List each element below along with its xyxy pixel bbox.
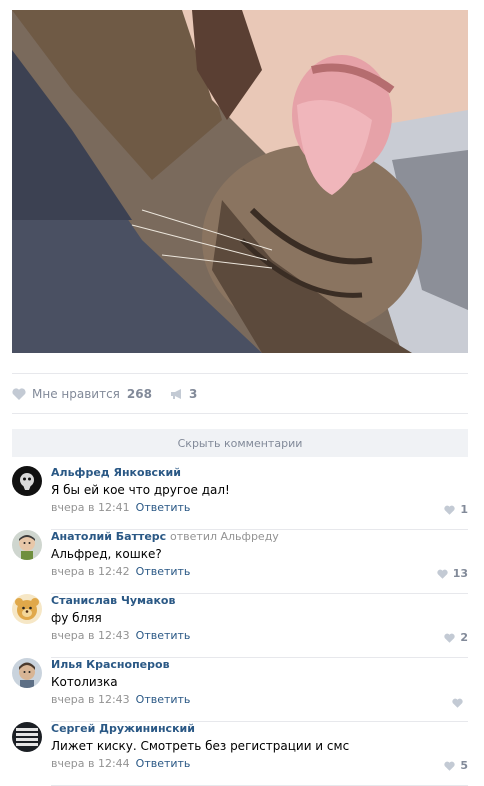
heart-icon <box>12 388 26 400</box>
comment-like-count: 5 <box>460 759 468 772</box>
comment: Станислав Чумаков фу бляя вчера в 12:43 О… <box>12 594 468 658</box>
comment-text: фу бляя <box>51 611 102 625</box>
avatar[interactable] <box>12 658 42 688</box>
comment-like-button[interactable]: 2 <box>444 631 468 644</box>
post-photo[interactable] <box>12 10 468 353</box>
share-count: 3 <box>188 387 198 401</box>
megaphone-icon <box>170 389 181 399</box>
comment-author[interactable]: Сергей Дружининский <box>51 722 468 736</box>
comment-like-button[interactable]: 5 <box>444 759 468 772</box>
comment-author[interactable]: Анатолий Баттерс ответил Альфреду <box>51 530 468 544</box>
comment-text: Котолизка <box>51 675 118 689</box>
reply-button[interactable]: Ответить <box>136 629 191 642</box>
share-button[interactable]: 3 <box>170 387 197 401</box>
post-actions: Мне нравится 268 3 <box>12 384 468 404</box>
comment-like-count: 1 <box>460 503 468 516</box>
comment-meta: вчера в 12:43 Ответить <box>51 629 468 643</box>
heart-icon <box>444 761 456 771</box>
comment-author[interactable]: Илья Красноперов <box>51 658 468 672</box>
comment-time[interactable]: вчера в 12:42 <box>51 565 130 578</box>
heart-icon <box>444 633 456 643</box>
comment-time[interactable]: вчера в 12:43 <box>51 629 130 642</box>
comment-meta: вчера в 12:43 Ответить <box>51 693 468 707</box>
comment-text: Альфред, кошке? <box>51 547 162 561</box>
avatar[interactable] <box>12 466 42 496</box>
like-button[interactable]: Мне нравится 268 <box>12 387 152 401</box>
heart-icon <box>444 505 456 515</box>
comment-like-button[interactable]: 13 <box>437 567 468 580</box>
hide-comments-button[interactable]: Скрыть комментарии <box>12 429 468 457</box>
heart-icon <box>437 569 448 579</box>
heart-icon <box>452 698 463 708</box>
comment-like-button[interactable]: 1 <box>444 503 468 516</box>
comment-time[interactable]: вчера в 12:44 <box>51 757 130 770</box>
reply-button[interactable]: Ответить <box>136 565 191 578</box>
comment-time[interactable]: вчера в 12:43 <box>51 693 130 706</box>
avatar[interactable] <box>12 530 42 560</box>
comment-meta: вчера в 12:44 Ответить <box>51 757 468 771</box>
avatar[interactable] <box>12 594 42 624</box>
comment: Сергей Дружининский Лижет киску. Смотрет… <box>12 722 468 786</box>
reply-button[interactable]: Ответить <box>136 501 191 514</box>
reply-button[interactable]: Ответить <box>136 693 191 706</box>
comment-like-button[interactable] <box>452 698 468 708</box>
comment-meta: вчера в 12:41 Ответить <box>51 501 468 515</box>
reply-to-label[interactable]: ответил Альфреду <box>170 530 279 543</box>
comment-author[interactable]: Альфред Янковский <box>51 466 468 480</box>
like-count: 268 <box>126 387 152 401</box>
avatar[interactable] <box>12 722 42 752</box>
comment: Илья Красноперов Котолизка вчера в 12:43… <box>12 658 468 722</box>
comment-text: Лижет киску. Смотреть без регистрации и … <box>51 739 350 753</box>
like-label: Мне нравится <box>32 387 120 401</box>
comment-like-count: 13 <box>452 567 468 580</box>
comment-like-count: 2 <box>460 631 468 644</box>
comment-time[interactable]: вчера в 12:41 <box>51 501 130 514</box>
comment-text: Я бы ей кое что другое дал! <box>51 483 230 497</box>
comment: Альфред Янковский Я бы ей кое что другое… <box>12 466 468 530</box>
reply-button[interactable]: Ответить <box>136 757 191 770</box>
comment: Анатолий Баттерс ответил Альфреду Альфре… <box>12 530 468 594</box>
comment-author[interactable]: Станислав Чумаков <box>51 594 468 608</box>
comment-meta: вчера в 12:42 Ответить <box>51 565 468 579</box>
